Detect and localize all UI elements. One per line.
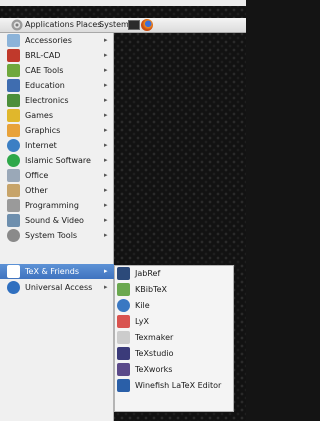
menu-item-label: Graphics: [25, 126, 61, 135]
education-icon: [7, 79, 20, 92]
tex-friends-icon: [7, 265, 20, 278]
texstudio-icon: [117, 347, 130, 360]
applications-menu-button[interactable]: Applications: [25, 19, 74, 31]
submenu-arrow-icon: ▸: [104, 51, 108, 59]
submenu-arrow-icon: ▸: [104, 156, 108, 164]
submenu-item-texmaker[interactable]: Texmaker: [115, 330, 233, 346]
menu-item-games[interactable]: Games ▸: [0, 108, 114, 123]
submenu-arrow-icon: ▸: [104, 267, 108, 275]
top-panel: Applications Places System: [0, 18, 246, 33]
submenu-arrow-icon: ▸: [104, 216, 108, 224]
places-menu-button[interactable]: Places: [76, 19, 101, 31]
menu-item-label: TeX & Friends: [25, 267, 80, 276]
menu-item-system-tools[interactable]: System Tools ▸: [0, 228, 114, 243]
submenu-item-label: TeXworks: [135, 365, 173, 374]
menu-item-label: Education: [25, 81, 65, 90]
submenu-arrow-icon: ▸: [104, 141, 108, 149]
menu-item-label: Other: [25, 186, 48, 195]
brlcad-icon: [7, 49, 20, 62]
menu-item-label: Office: [25, 171, 49, 180]
menu-item-accessories[interactable]: Accessories ▸: [0, 33, 114, 48]
menu-item-internet[interactable]: Internet ▸: [0, 138, 114, 153]
submenu-arrow-icon: ▸: [104, 283, 108, 291]
games-icon: [7, 109, 20, 122]
submenu-item-kbibtex[interactable]: KBibTeX: [115, 282, 233, 298]
menu-item-label: Universal Access: [25, 283, 93, 292]
submenu-item-label: Winefish LaTeX Editor: [135, 381, 222, 390]
menu-item-tex-friends[interactable]: TeX & Friends ▸: [0, 264, 114, 279]
submenu-item-label: KBibTeX: [135, 285, 167, 294]
internet-icon: [7, 139, 20, 152]
cae-tools-icon: [7, 64, 20, 77]
submenu-arrow-icon: ▸: [104, 96, 108, 104]
kile-icon: [117, 299, 130, 312]
submenu-item-kile[interactable]: Kile: [115, 298, 233, 314]
submenu-arrow-icon: ▸: [104, 201, 108, 209]
submenu-arrow-icon: ▸: [104, 66, 108, 74]
other-icon: [7, 184, 20, 197]
menu-item-brl-cad[interactable]: BRL-CAD ▸: [0, 48, 114, 63]
firefox-launcher-icon[interactable]: [141, 19, 153, 31]
submenu-arrow-icon: ▸: [104, 111, 108, 119]
submenu-arrow-icon: ▸: [104, 36, 108, 44]
menu-item-education[interactable]: Education ▸: [0, 78, 114, 93]
menu-item-cae-tools[interactable]: CAE Tools ▸: [0, 63, 114, 78]
submenu-arrow-icon: ▸: [104, 186, 108, 194]
submenu-arrow-icon: ▸: [104, 231, 108, 239]
terminal-launcher-icon[interactable]: [128, 20, 140, 30]
texworks-icon: [117, 363, 130, 376]
submenu-item-texworks[interactable]: TeXworks: [115, 362, 233, 378]
universal-access-icon: [7, 281, 20, 294]
submenu-item-label: JabRef: [135, 269, 161, 278]
sound-video-icon: [7, 214, 20, 227]
menu-item-label: Games: [25, 111, 53, 120]
menu-item-label: BRL-CAD: [25, 51, 61, 60]
menu-item-sound-video[interactable]: Sound & Video ▸: [0, 213, 114, 228]
jabref-icon: [117, 267, 130, 280]
menu-item-label: Accessories: [25, 36, 72, 45]
submenu-arrow-icon: ▸: [104, 126, 108, 134]
winefish-icon: [117, 379, 130, 392]
applications-logo-icon[interactable]: [11, 19, 23, 31]
menu-item-label: Islamic Software: [25, 156, 91, 165]
submenu-item-label: Texmaker: [135, 333, 174, 342]
menu-item-graphics[interactable]: Graphics ▸: [0, 123, 114, 138]
kbibtex-icon: [117, 283, 130, 296]
graphics-icon: [7, 124, 20, 137]
menu-item-islamic-software[interactable]: Islamic Software ▸: [0, 153, 114, 168]
menu-item-label: Programming: [25, 201, 79, 210]
menu-item-label: CAE Tools: [25, 66, 64, 75]
menu-item-electronics[interactable]: Electronics ▸: [0, 93, 114, 108]
menu-item-programming[interactable]: Programming ▸: [0, 198, 114, 213]
menu-item-label: System Tools: [25, 231, 78, 240]
applications-menu: Accessories ▸ BRL-CAD ▸ CAE Tools ▸ Educ…: [0, 33, 114, 421]
system-menu-button[interactable]: System: [99, 19, 129, 31]
submenu-item-lyx[interactable]: LyX: [115, 314, 233, 330]
system-tools-icon: [7, 229, 20, 242]
submenu-item-label: TeXstudio: [135, 349, 174, 358]
office-icon: [7, 169, 20, 182]
menu-item-label: Sound & Video: [25, 216, 84, 225]
menu-item-office[interactable]: Office ▸: [0, 168, 114, 183]
submenu-item-winefish[interactable]: Winefish LaTeX Editor: [115, 378, 233, 394]
top-strip: [0, 0, 246, 6]
electronics-icon: [7, 94, 20, 107]
submenu-item-texstudio[interactable]: TeXstudio: [115, 346, 233, 362]
submenu-arrow-icon: ▸: [104, 171, 108, 179]
submenu-arrow-icon: ▸: [104, 81, 108, 89]
menu-item-label: Internet: [25, 141, 57, 150]
menu-item-label: Electronics: [25, 96, 69, 105]
islamic-software-icon: [7, 154, 20, 167]
texmaker-icon: [117, 331, 130, 344]
lyx-icon: [117, 315, 130, 328]
programming-icon: [7, 199, 20, 212]
submenu-item-jabref[interactable]: JabRef: [115, 266, 233, 282]
accessories-icon: [7, 34, 20, 47]
submenu-item-label: LyX: [135, 317, 149, 326]
tex-friends-submenu: JabRef KBibTeX Kile LyX Texmaker TeXstud…: [114, 265, 234, 412]
submenu-item-label: Kile: [135, 301, 150, 310]
menu-item-other[interactable]: Other ▸: [0, 183, 114, 198]
menu-item-universal-access[interactable]: Universal Access ▸: [0, 280, 114, 295]
